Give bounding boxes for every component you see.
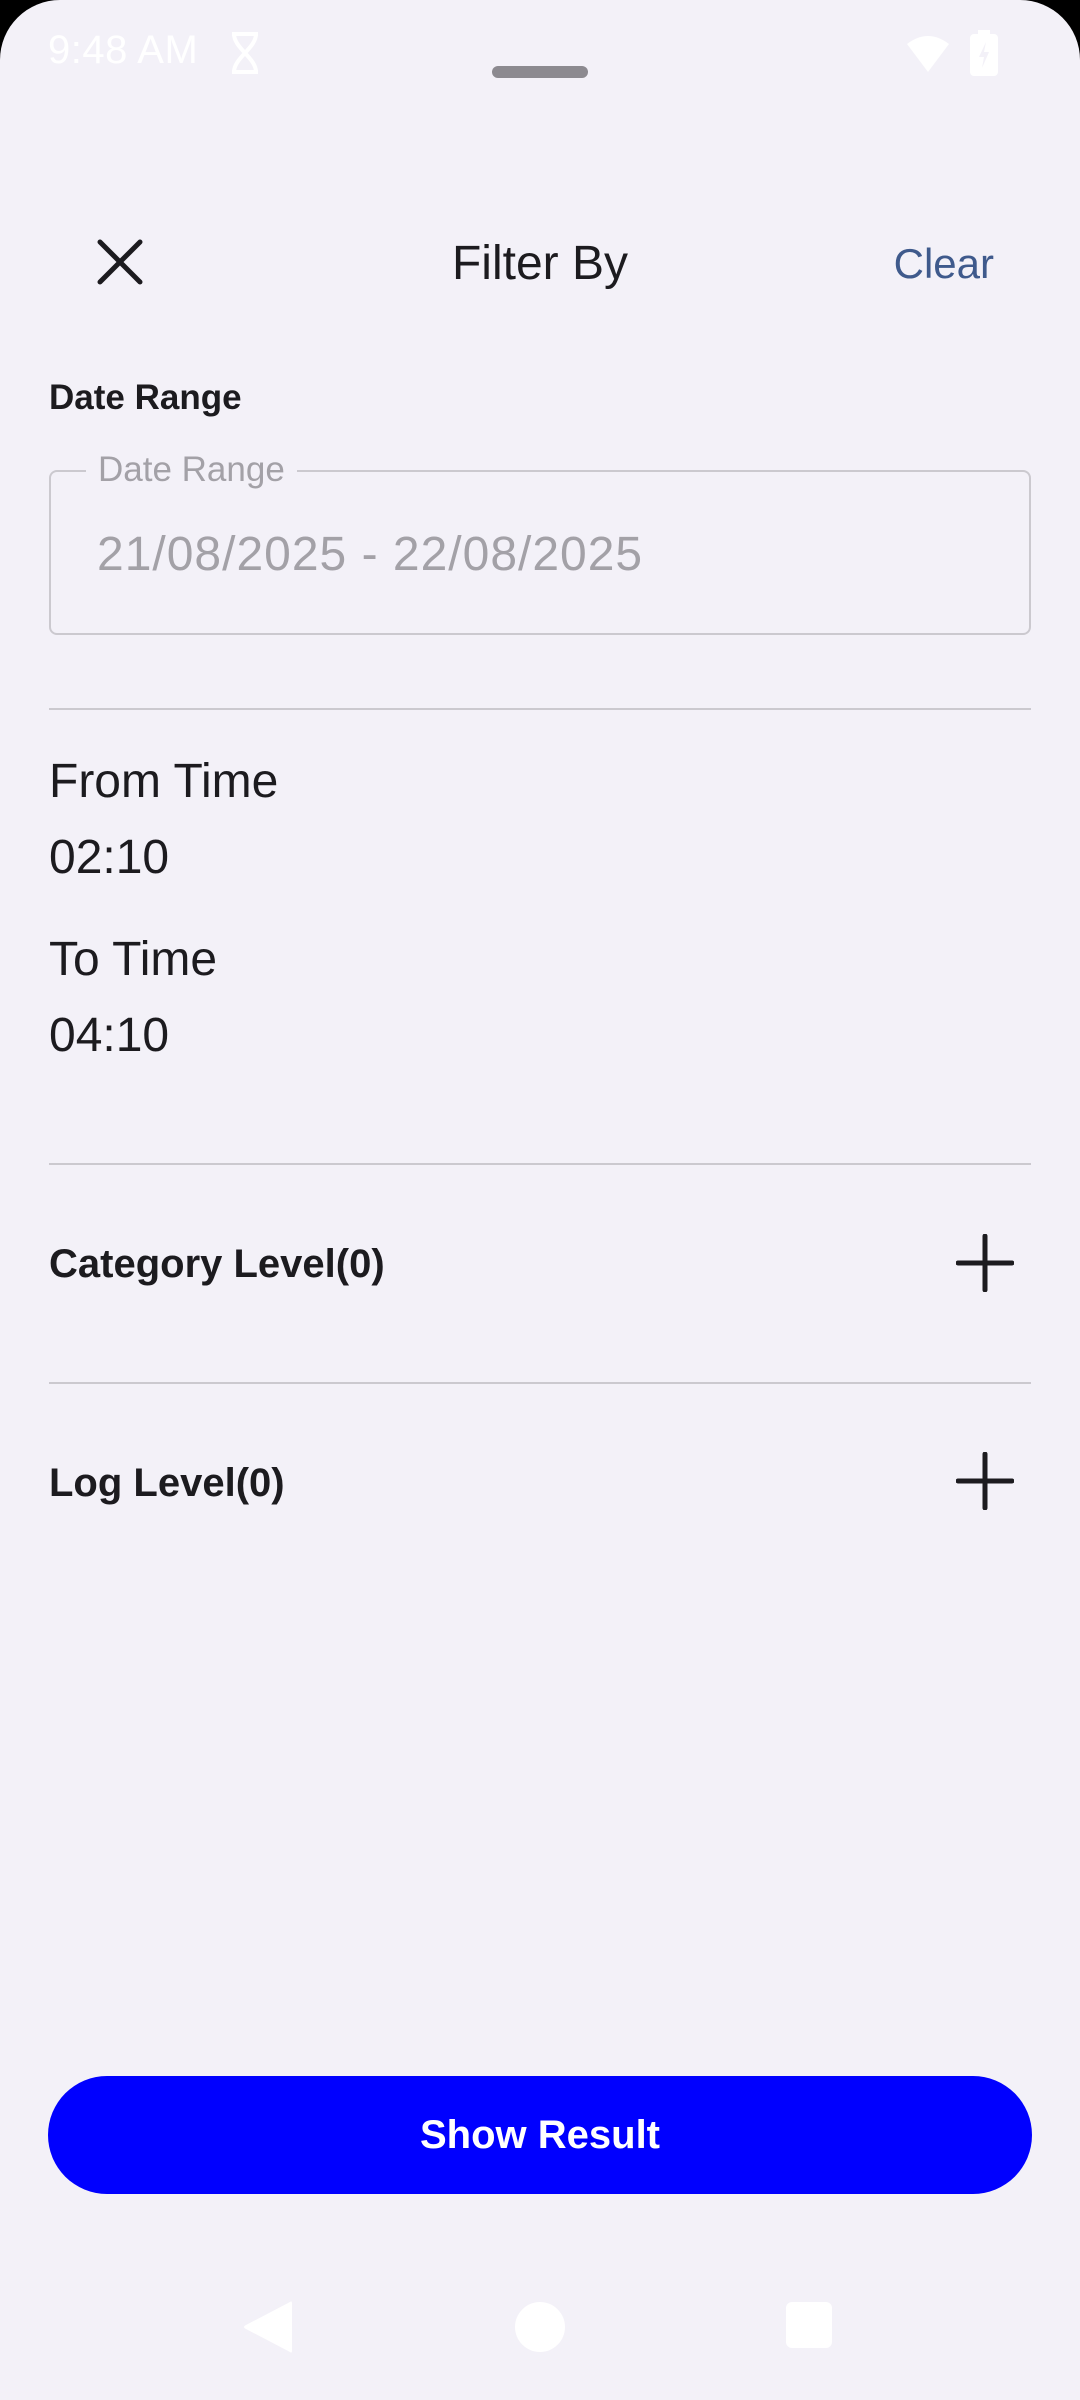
show-result-button[interactable]: Show Result [48, 2076, 1032, 2194]
to-time-value[interactable]: 04:10 [49, 1008, 169, 1063]
date-range-section-label: Date Range [49, 378, 242, 417]
filter-bottom-sheet: 9:48 AM Filter By Clear Date Range Date … [0, 0, 1080, 2400]
back-icon[interactable] [240, 2298, 294, 2356]
log-level-expand-button[interactable] [950, 1446, 1020, 1516]
divider [49, 1382, 1031, 1384]
drag-handle[interactable] [492, 66, 588, 78]
from-time-label: From Time [49, 755, 279, 808]
status-time: 9:48 AM [48, 28, 199, 72]
plus-icon [956, 1452, 1014, 1510]
plus-icon [956, 1234, 1014, 1292]
recents-icon[interactable] [786, 2302, 832, 2348]
date-range-field-label: Date Range [86, 450, 297, 490]
divider [49, 708, 1031, 710]
to-time-label: To Time [49, 933, 218, 986]
category-level-label[interactable]: Category Level(0) [49, 1242, 385, 1287]
home-icon[interactable] [515, 2302, 565, 2352]
log-level-label[interactable]: Log Level(0) [49, 1461, 285, 1506]
wifi-icon [907, 36, 949, 72]
show-result-label: Show Result [419, 2112, 661, 2157]
dna-icon [232, 32, 258, 74]
battery-icon [970, 30, 998, 76]
date-range-value: 21/08/2025 - 22/08/2025 [97, 528, 644, 581]
category-level-expand-button[interactable] [950, 1228, 1020, 1298]
from-time-value[interactable]: 02:10 [49, 830, 169, 885]
clear-button[interactable]: Clear [894, 240, 994, 288]
divider [49, 1163, 1031, 1165]
